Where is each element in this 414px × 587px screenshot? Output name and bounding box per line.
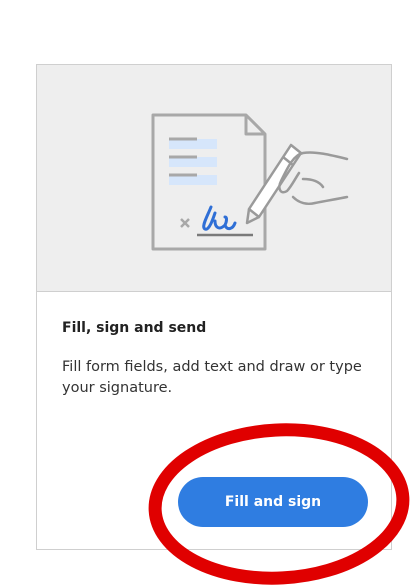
- card-illustration: [37, 65, 391, 292]
- page: Fill, sign and send Fill form fields, ad…: [0, 0, 414, 587]
- fill-sign-document-icon: [151, 113, 349, 251]
- fill-sign-card: Fill, sign and send Fill form fields, ad…: [36, 64, 392, 550]
- card-title: Fill, sign and send: [62, 320, 207, 336]
- card-description: Fill form fields, add text and draw or t…: [62, 359, 362, 396]
- fill-and-sign-button[interactable]: Fill and sign: [178, 477, 368, 527]
